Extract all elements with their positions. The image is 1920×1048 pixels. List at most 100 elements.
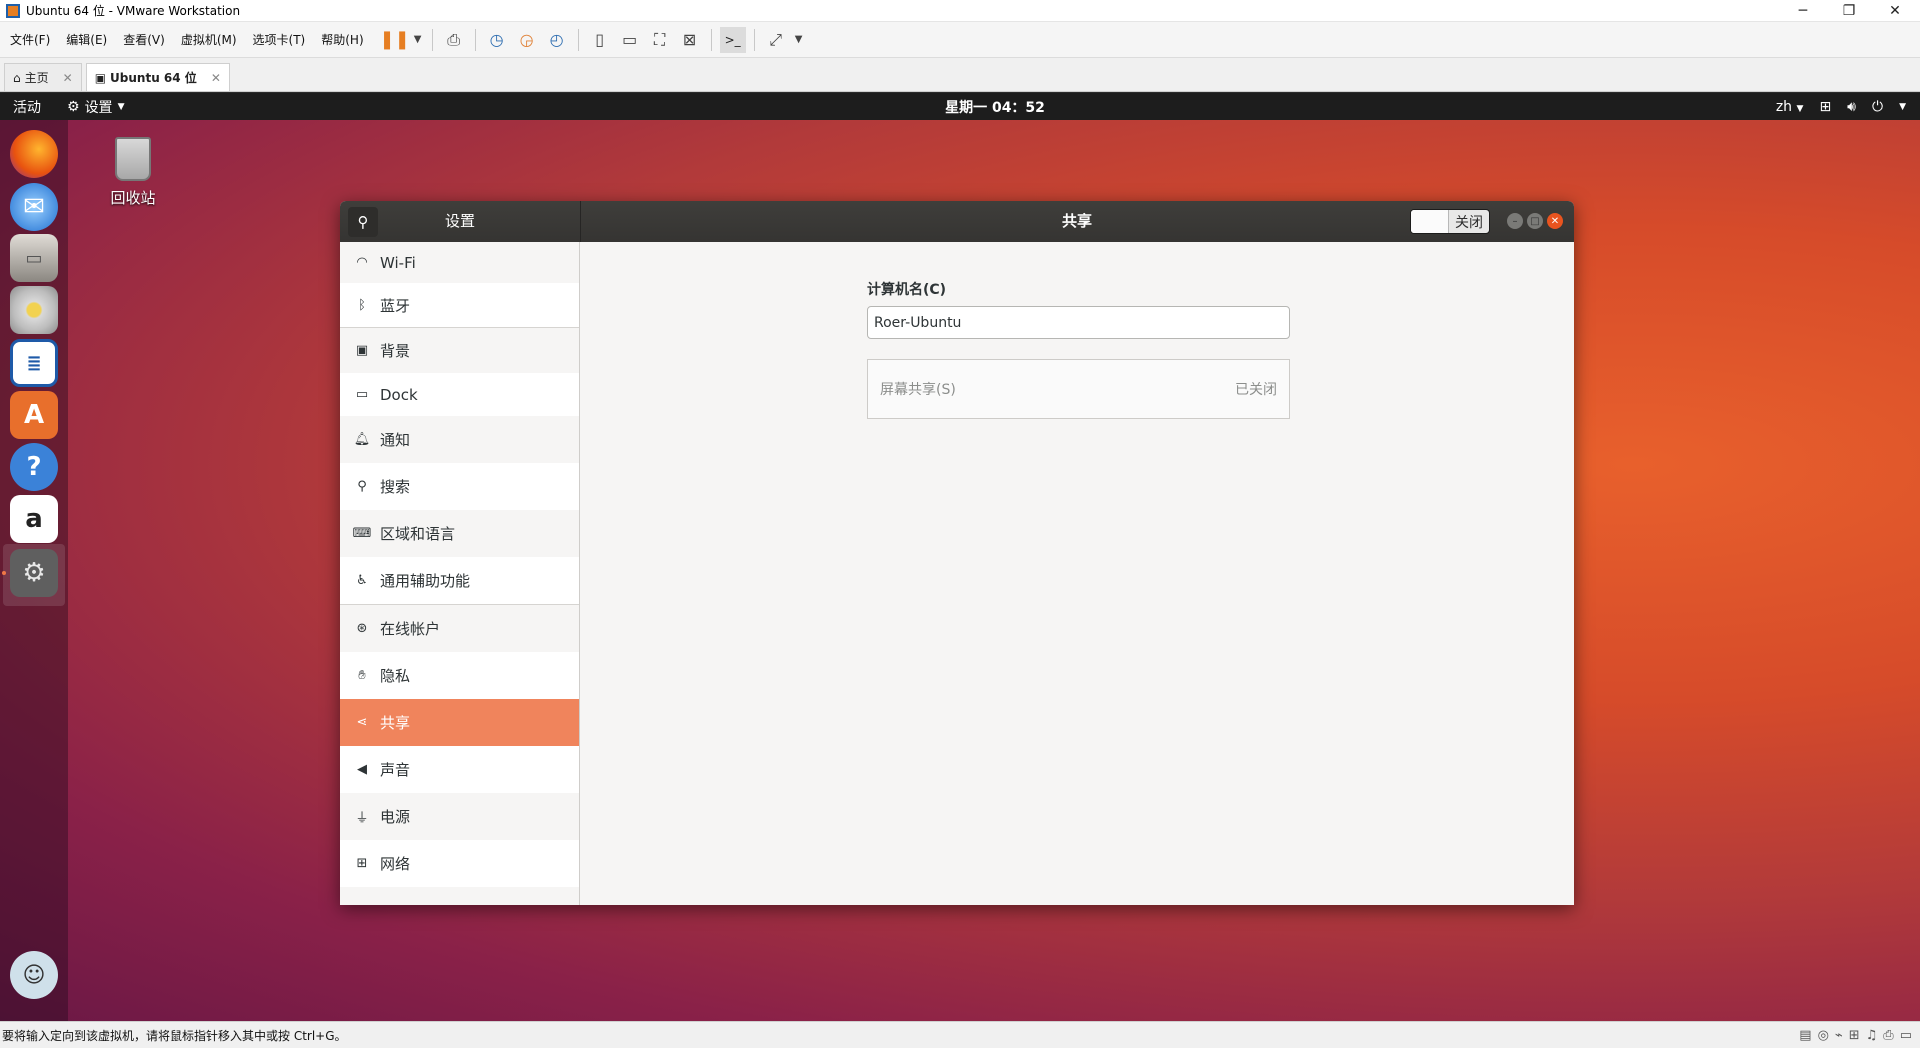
sound-card-icon[interactable]: ♫: [1866, 1028, 1878, 1043]
network-icon[interactable]: ⊞: [1819, 99, 1831, 115]
software-center-icon[interactable]: A: [10, 391, 58, 439]
minimize-button[interactable]: ─: [1780, 0, 1826, 22]
sidebar-item-label: Dock: [380, 385, 418, 404]
host-toolbar: ❚❚ ▼ ⎙ ◷ ◶ ◴ ▯ ▭ ⛶ ⊠ >_ ⤢ ▼: [380, 22, 807, 58]
search-button[interactable]: ⚲: [348, 207, 378, 237]
menu-edit[interactable]: 编辑(E): [66, 31, 107, 48]
stretch-dropdown-icon[interactable]: ▼: [793, 27, 805, 53]
screen-sharing-status: 已关闭: [1235, 382, 1277, 398]
amazon-icon[interactable]: a: [10, 495, 58, 543]
sharing-toggle[interactable]: 关闭: [1410, 209, 1490, 234]
sidebar-item-region[interactable]: ⌨ 区域和语言: [340, 510, 579, 557]
menu-help[interactable]: 帮助(H): [321, 31, 363, 48]
hdd-icon[interactable]: ▤: [1799, 1028, 1811, 1043]
close-icon[interactable]: ✕: [1547, 213, 1563, 229]
toggle-knob: [1411, 210, 1449, 233]
menu-tabs[interactable]: 选项卡(T): [253, 31, 306, 48]
minimize-icon[interactable]: –: [1507, 213, 1523, 229]
sidebar-item-background[interactable]: ▣ 背景: [340, 328, 579, 373]
revert-snapshot-icon[interactable]: ◶: [514, 27, 540, 53]
sidebar-item-dock[interactable]: ▭ Dock: [340, 373, 579, 416]
trash-label: 回收站: [110, 189, 156, 207]
running-indicator: [2, 571, 6, 575]
sidebar-item-privacy[interactable]: ✋︎ 隐私: [340, 652, 579, 699]
device-status-icons: ▤ ◎ ⌁ ⊞ ♫ ⎙ ▭: [1799, 1028, 1912, 1043]
sidebar-view-icon[interactable]: ▯: [587, 27, 613, 53]
desktop-trash[interactable]: 回收站: [105, 137, 161, 208]
pause-icon[interactable]: ❚❚: [380, 27, 410, 53]
toolbar-divider: [753, 28, 755, 51]
hand-icon: ✋︎: [358, 668, 366, 683]
tab-home-label: 主页: [24, 71, 49, 85]
menu-vm[interactable]: 虚拟机(M): [181, 31, 237, 48]
close-tab-icon[interactable]: ✕: [63, 71, 73, 85]
maximize-icon[interactable]: □: [1527, 213, 1543, 229]
host-window-title: Ubuntu 64 位 - VMware Workstation: [26, 4, 241, 18]
clock[interactable]: 星期一 04：52: [0, 97, 1920, 117]
region-icon: ⌨: [352, 526, 372, 541]
network-icon: ⊞: [356, 856, 368, 871]
restore-button[interactable]: ❐: [1826, 0, 1872, 22]
input-method[interactable]: zh ▼: [1776, 99, 1804, 115]
guest-screen[interactable]: 活动 ⚙ 设置 ▼ 星期一 04：52 zh ▼ ⊞ 🔊︎ ⏻ ▼ ✉ ▭ ≣ …: [0, 93, 1920, 1021]
help-icon[interactable]: ?: [10, 443, 58, 491]
sidebar-item-power[interactable]: ⏚ 电源: [340, 793, 579, 840]
user-avatar-icon[interactable]: ☺: [10, 951, 58, 999]
toolbar-divider: [710, 28, 712, 51]
sharing-panel: 计算机名(C) 屏幕共享(S) 已关闭: [581, 242, 1574, 905]
sidebar-item-notifications[interactable]: 🔔︎ 通知: [340, 416, 579, 463]
status-message: 要将输入定向到该虚拟机，请将鼠标指针移入其中或按 Ctrl+G。: [2, 1028, 347, 1043]
sidebar-item-search[interactable]: ⚲ 搜索: [340, 463, 579, 510]
usb-icon[interactable]: ⌁: [1835, 1028, 1843, 1043]
snapshot-manager-icon[interactable]: ◴: [544, 27, 570, 53]
computer-name-label: 计算机名(C): [867, 282, 947, 298]
firefox-icon[interactable]: [10, 130, 58, 178]
screen-sharing-row[interactable]: 屏幕共享(S) 已关闭: [867, 359, 1290, 419]
pause-dropdown-icon[interactable]: ▼: [412, 27, 424, 53]
sidebar-item-label: 通知: [380, 431, 411, 449]
send-ctrl-alt-del-icon[interactable]: ⎙: [441, 27, 467, 53]
libreoffice-writer-icon[interactable]: ≣: [10, 339, 58, 387]
display-icon[interactable]: ▭: [1900, 1028, 1912, 1043]
console-view-icon[interactable]: >_: [719, 26, 746, 53]
gnome-topbar: 活动 ⚙ 设置 ▼ 星期一 04：52 zh ▼ ⊞ 🔊︎ ⏻ ▼: [0, 93, 1920, 120]
thumbnail-view-icon[interactable]: ▭: [617, 27, 643, 53]
menu-file[interactable]: 文件(F): [10, 31, 50, 48]
dock-icon: ▭: [355, 387, 369, 402]
sidebar-item-network[interactable]: ⊞ 网络: [340, 840, 579, 887]
sidebar-item-label: 搜索: [380, 478, 411, 496]
close-tab-icon[interactable]: ✕: [211, 71, 221, 85]
tab-home[interactable]: ⌂ 主页 ✕: [4, 63, 82, 91]
sidebar-item-label: 声音: [380, 761, 411, 779]
printer-icon[interactable]: ⎙: [1883, 1028, 1893, 1043]
sidebar-item-bluetooth[interactable]: ᛒ 蓝牙: [340, 283, 579, 327]
unity-icon[interactable]: ⊠: [677, 27, 703, 53]
cdrom-icon[interactable]: ◎: [1818, 1028, 1829, 1043]
sidebar-item-sound[interactable]: ◀︎ 声音: [340, 746, 579, 793]
host-tabbar: ⌂ 主页 ✕ ▣ Ubuntu 64 位 ✕: [0, 58, 1920, 92]
menu-view[interactable]: 查看(V): [123, 31, 165, 48]
close-window-button[interactable]: ✕: [1872, 0, 1918, 22]
snapshot-icon[interactable]: ◷: [484, 27, 510, 53]
files-icon[interactable]: ▭: [10, 234, 58, 282]
sidebar-item-wifi[interactable]: ◠ Wi-Fi: [340, 242, 579, 283]
settings-icon[interactable]: ⚙: [10, 549, 58, 597]
computer-name-input[interactable]: [867, 306, 1290, 339]
rhythmbox-icon[interactable]: [10, 286, 58, 334]
toolbar-divider: [431, 28, 433, 51]
vmware-app-icon: [6, 3, 20, 18]
accessibility-icon: ♿︎: [356, 573, 368, 588]
sidebar-item-devices-partial[interactable]: ⎙ ›: [340, 887, 579, 905]
sidebar-item-accessibility[interactable]: ♿︎ 通用辅助功能: [340, 557, 579, 604]
power-icon[interactable]: ⏻: [1872, 99, 1883, 115]
volume-icon[interactable]: 🔊︎: [1847, 99, 1856, 115]
fullscreen-icon[interactable]: ⛶: [647, 27, 673, 53]
stretch-icon[interactable]: ⤢: [763, 27, 789, 53]
sidebar-item-online-accounts[interactable]: ⊛ 在线帐户: [340, 605, 579, 652]
search-icon: ⚲: [357, 479, 367, 494]
tab-ubuntu[interactable]: ▣ Ubuntu 64 位 ✕: [85, 63, 230, 91]
thunderbird-icon[interactable]: ✉: [10, 183, 58, 231]
sidebar-item-sharing[interactable]: ⋖ 共享: [340, 699, 579, 746]
network-adapter-icon[interactable]: ⊞: [1849, 1028, 1860, 1043]
chevron-down-icon[interactable]: ▼: [1899, 102, 1906, 112]
